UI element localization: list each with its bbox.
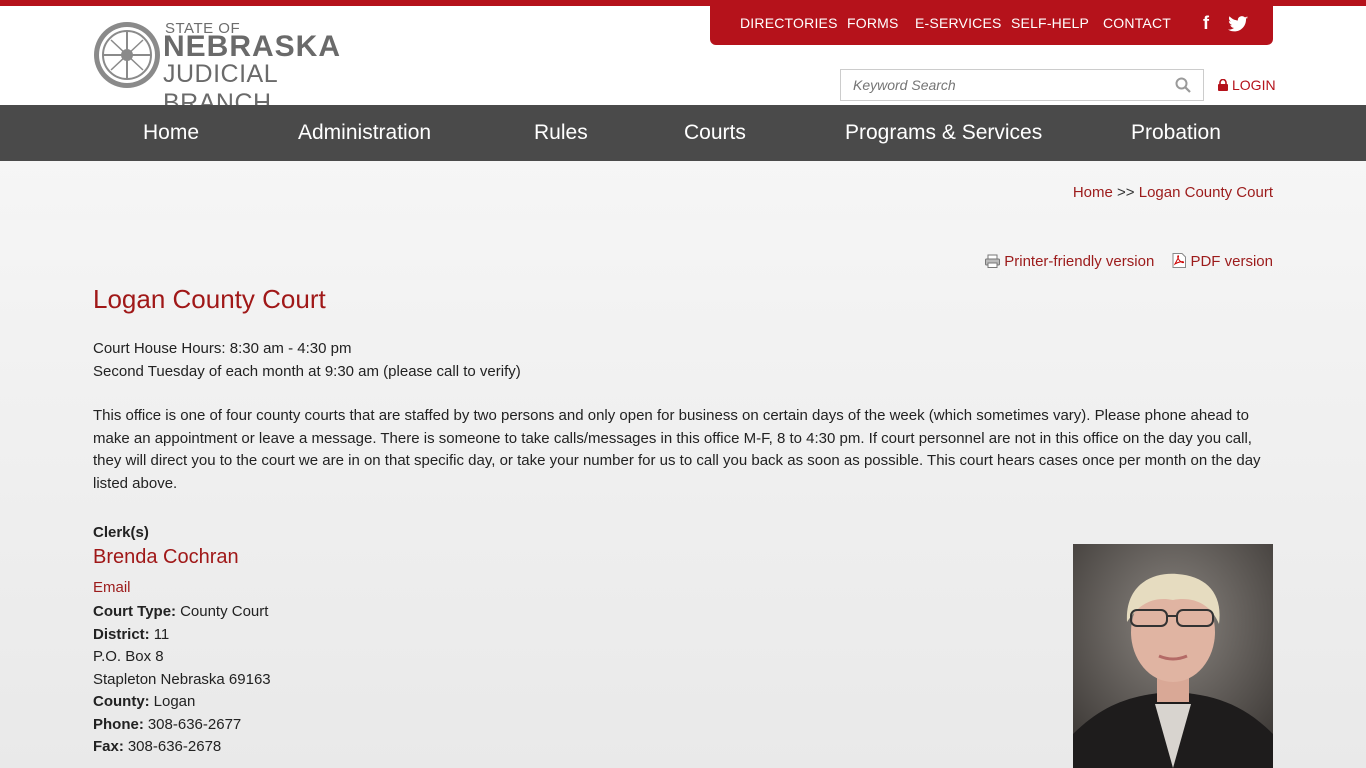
fax-row: Fax: 308-636-2678 [93, 736, 271, 759]
phone-label: Phone: [93, 715, 144, 733]
pdf-version-link[interactable]: PDF version [1172, 253, 1273, 270]
clerk-photo [1073, 544, 1273, 768]
clerk-contact-info: Court Type: County Court District: 11 P.O.… [93, 601, 271, 759]
phone-value: 308-636-2677 [147, 715, 242, 733]
main-nav-programs-services[interactable]: Programs & Services [845, 121, 1042, 145]
court-session-line: Second Tuesday of each month at 9:30 am … [93, 363, 521, 380]
search-icon[interactable] [1175, 77, 1191, 93]
print-tools: Printer-friendly version PDF version [971, 253, 1273, 270]
county-row: County: Logan [93, 691, 271, 714]
keyword-search-box [840, 69, 1204, 101]
clerk-email-link[interactable]: Email [93, 579, 131, 596]
main-nav-administration[interactable]: Administration [298, 121, 431, 145]
utility-nav: DIRECTORIES FORMS E-SERVICES SELF-HELP C… [710, 6, 1273, 45]
state-seal-icon [94, 22, 160, 88]
breadcrumb-home[interactable]: Home [1073, 184, 1113, 201]
county-label: County: [93, 693, 150, 710]
nav-self-help[interactable]: SELF-HELP [1011, 15, 1089, 31]
address-line-1: P.O. Box 8 [93, 648, 164, 665]
logo-nebraska: NEBRASKA [163, 30, 342, 63]
lock-icon [1218, 78, 1228, 91]
court-type-label: Court Type: [93, 603, 177, 620]
court-type-row: Court Type: County Court [93, 601, 271, 624]
district-label: District: [93, 625, 150, 643]
main-nav-courts[interactable]: Courts [684, 121, 746, 145]
nav-contact[interactable]: CONTACT [1103, 15, 1171, 31]
printer-friendly-link[interactable]: Printer-friendly version [985, 253, 1158, 270]
nav-forms[interactable]: FORMS [847, 15, 899, 31]
breadcrumb-separator: >> [1117, 184, 1135, 201]
court-hours: Court House Hours: 8:30 am - 4:30 pm Sec… [93, 337, 521, 383]
breadcrumb-current[interactable]: Logan County Court [1139, 184, 1273, 201]
search-input[interactable] [841, 70, 1161, 100]
pdf-version-label: PDF version [1190, 253, 1273, 270]
county-value: Logan [153, 693, 196, 710]
nav-directories[interactable]: DIRECTORIES [740, 15, 838, 31]
breadcrumb: Home >> Logan County Court [1073, 184, 1273, 201]
clerk-section-label: Clerk(s) [93, 524, 149, 541]
office-description: This office is one of four county courts… [93, 407, 1261, 492]
printer-friendly-label: Printer-friendly version [1004, 253, 1155, 270]
main-nav-rules[interactable]: Rules [534, 121, 588, 145]
fax-value: 308-636-2678 [127, 738, 222, 755]
main-nav-home[interactable]: Home [143, 121, 199, 145]
clerk-name-link[interactable]: Brenda Cochran [93, 546, 239, 569]
district-value: 11 [153, 625, 170, 643]
phone-row: Phone: 308-636-2677 [93, 714, 271, 737]
twitter-icon[interactable] [1228, 16, 1248, 33]
nav-e-services[interactable]: E-SERVICES [915, 15, 1002, 31]
fax-label: Fax: [93, 738, 124, 755]
main-nav-probation[interactable]: Probation [1131, 121, 1221, 145]
main-nav: Home Administration Rules Courts Program… [0, 105, 1366, 161]
page-title: Logan County Court [93, 284, 326, 314]
address-line-2: Stapleton Nebraska 69163 [93, 670, 271, 688]
login-label: LOGIN [1232, 77, 1276, 93]
district-row: District: 11 [93, 624, 271, 647]
facebook-icon[interactable]: f [1203, 13, 1209, 34]
printer-icon [985, 254, 1001, 268]
court-hours-line: Court House Hours: 8:30 am - 4:30 pm [93, 340, 352, 357]
site-logo[interactable]: STATE OF NEBRASKA JUDICIAL BRANCH [93, 20, 393, 117]
court-type-value: County Court [180, 603, 269, 620]
login-link[interactable]: LOGIN [1218, 77, 1276, 93]
pdf-icon [1172, 253, 1187, 268]
